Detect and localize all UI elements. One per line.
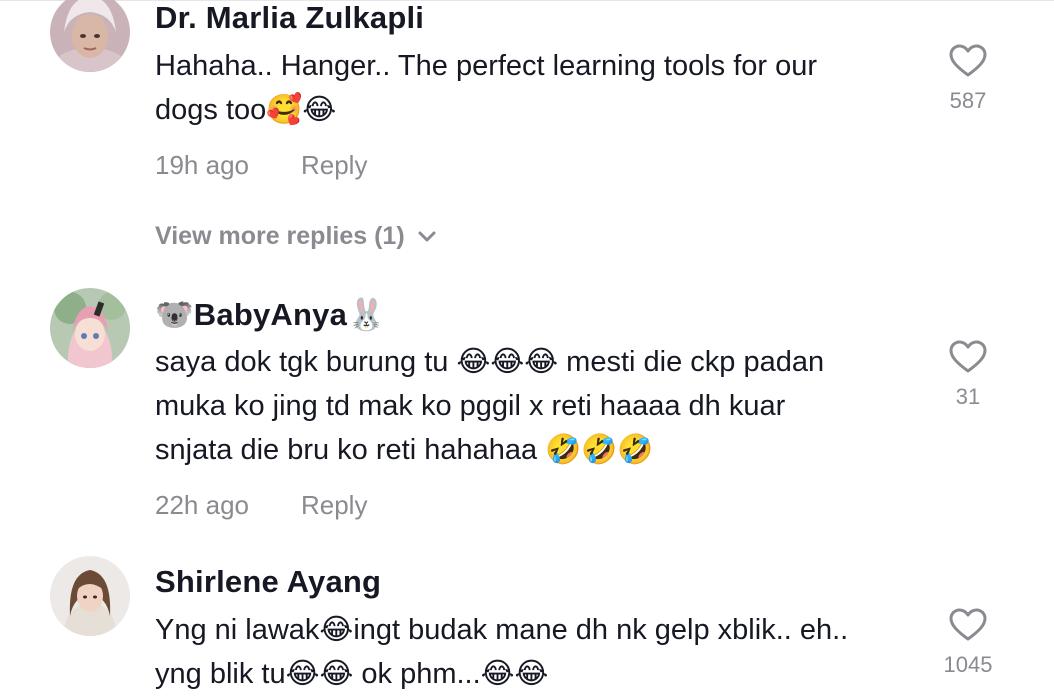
comment-text: Yng ni lawak😂ingt budak mane dh nk gelp …	[155, 608, 915, 696]
like-button[interactable]: 31	[930, 340, 1006, 410]
like-button[interactable]: 587	[930, 44, 1006, 114]
chevron-down-icon	[418, 231, 436, 241]
like-count: 31	[955, 384, 981, 409]
heart-outline-icon[interactable]	[949, 340, 987, 374]
heart-outline-icon[interactable]	[949, 44, 987, 78]
like-button[interactable]: 1045	[930, 608, 1006, 678]
avatar[interactable]	[50, 288, 130, 368]
comment-text-line: Hahaha.. Hanger.. The perfect learning t…	[155, 50, 818, 82]
view-more-replies-button[interactable]: View more replies (1)	[155, 222, 437, 251]
like-count: 1045	[943, 652, 993, 677]
comment-username[interactable]: 🐨BabyAnya🐰	[155, 296, 386, 333]
avatar[interactable]	[50, 0, 130, 72]
comment-text-line: snjata die bru ko reti hahahaa 🤣🤣🤣	[155, 434, 654, 466]
comments-list: Dr. Marlia Zulkapli Hahaha.. Hanger.. Th…	[0, 0, 1054, 690]
comment-timestamp: 19h ago	[155, 150, 249, 180]
avatar-image	[50, 288, 130, 368]
comment-text: Hahaha.. Hanger.. The perfect learning t…	[155, 44, 915, 132]
comment-text-line: yng blik tu😂😂 ok phm...😂😂	[155, 658, 549, 690]
heart-outline-icon[interactable]	[949, 608, 987, 642]
comment-text: saya dok tgk burung tu 😂😂😂 mesti die ckp…	[155, 340, 915, 472]
avatar-image	[50, 0, 130, 72]
comment-text-line: saya dok tgk burung tu 😂😂😂 mesti die ckp…	[155, 346, 825, 378]
comment-timestamp: 22h ago	[155, 490, 249, 520]
view-more-label: View more replies (1)	[155, 222, 405, 250]
avatar-image	[50, 556, 130, 636]
avatar[interactable]	[50, 556, 130, 636]
reply-button[interactable]: Reply	[301, 490, 367, 520]
comment-username[interactable]: Shirlene Ayang	[155, 564, 381, 600]
comment-username[interactable]: Dr. Marlia Zulkapli	[155, 0, 424, 36]
comment-meta: 19h ago Reply	[155, 150, 367, 181]
reply-button[interactable]: Reply	[301, 150, 367, 180]
comment-text-line: dogs too🥰😂	[155, 94, 337, 126]
comment-text-line: Yng ni lawak😂ingt budak mane dh nk gelp …	[155, 614, 849, 646]
comment-meta: 22h ago Reply	[155, 490, 367, 521]
comment-text-line: muka ko jing td mak ko pggil x reti haaa…	[155, 390, 786, 422]
like-count: 587	[949, 88, 987, 113]
